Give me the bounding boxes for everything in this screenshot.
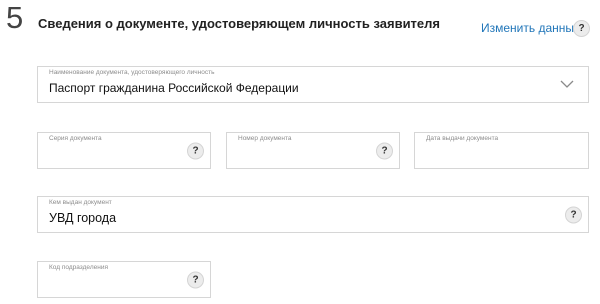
help-icon[interactable]: ? (376, 142, 393, 159)
issue-date-field[interactable]: Дата выдачи документа (414, 132, 589, 169)
issuer-label: Кем выдан документ (49, 199, 112, 206)
chevron-down-icon[interactable] (560, 77, 574, 91)
edit-data-link[interactable]: Изменить данные (481, 21, 581, 35)
document-type-value: Паспорт гражданина Российской Федерации (49, 81, 299, 95)
help-icon[interactable]: ? (573, 20, 590, 37)
help-icon[interactable]: ? (565, 206, 582, 223)
issuer-value[interactable]: УВД города (49, 211, 116, 225)
document-series-field[interactable]: Серия документа ? (37, 132, 211, 169)
document-series-label: Серия документа (49, 135, 102, 142)
division-code-label: Код подразделения (49, 264, 108, 271)
division-code-field[interactable]: Код подразделения ? (37, 261, 211, 298)
document-number-label: Номер документа (238, 135, 292, 142)
section-title: Сведения о документе, удостоверяющем лич… (38, 16, 440, 31)
help-icon[interactable]: ? (187, 271, 204, 288)
document-number-field[interactable]: Номер документа ? (226, 132, 400, 169)
issuer-field[interactable]: Кем выдан документ УВД города ? (37, 196, 589, 233)
document-type-label: Наименование документа, удостоверяющего … (49, 69, 215, 76)
issue-date-label: Дата выдачи документа (426, 135, 499, 142)
step-number: 5 (6, 0, 24, 35)
document-type-select[interactable]: Наименование документа, удостоверяющего … (37, 66, 589, 103)
help-icon[interactable]: ? (187, 142, 204, 159)
